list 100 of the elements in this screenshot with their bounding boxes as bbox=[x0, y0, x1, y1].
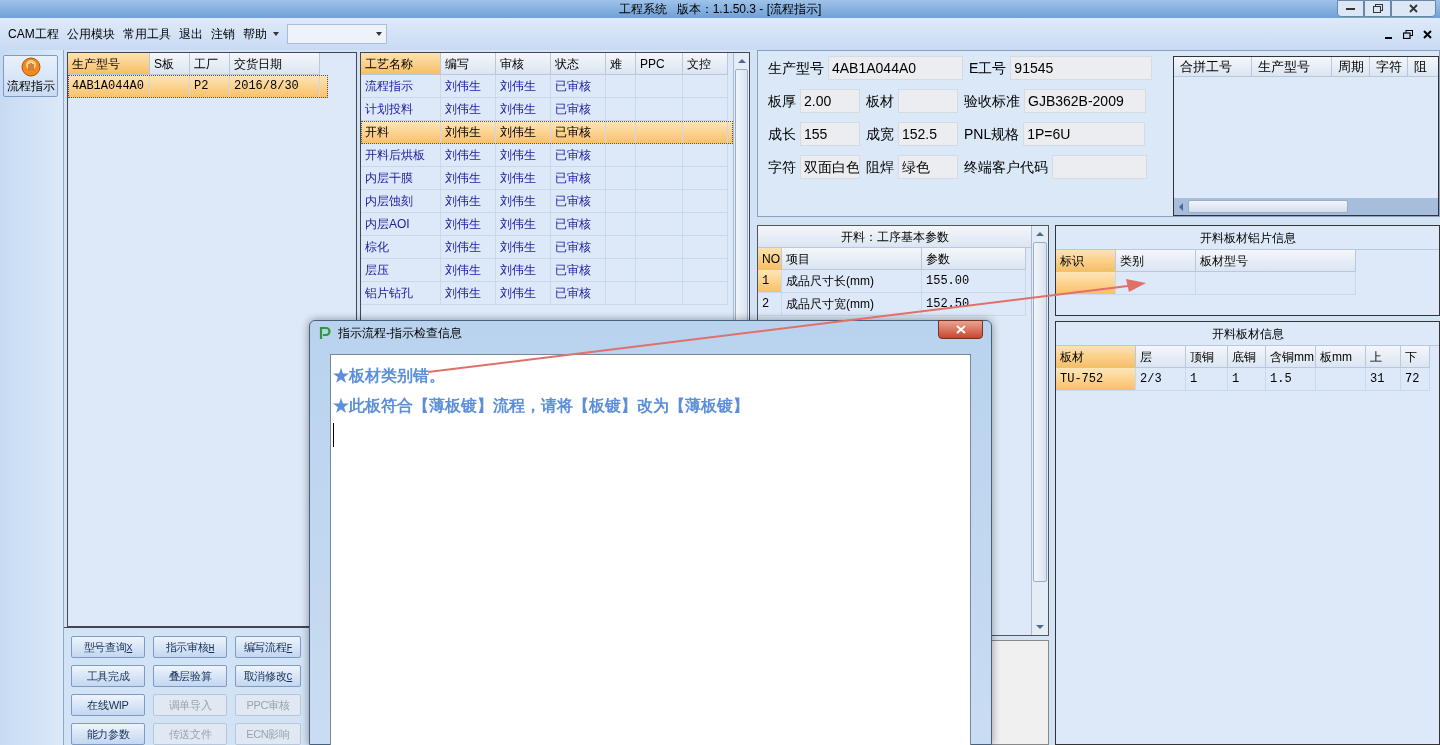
process-row[interactable]: 内层蚀刻 刘伟生 刘伟生 已审核 bbox=[361, 190, 733, 213]
text-field[interactable]: 155 bbox=[800, 122, 860, 146]
toolbar-button[interactable]: 型号查询X bbox=[71, 636, 145, 658]
toolbar-button[interactable]: 能力参数 bbox=[71, 723, 145, 745]
job-row[interactable]: 4AB1A044A0 P2 2016/8/30 bbox=[68, 75, 328, 98]
column-header[interactable]: 板材型号 bbox=[1196, 250, 1356, 272]
process-row[interactable]: 流程指示 刘伟生 刘伟生 已审核 bbox=[361, 75, 733, 98]
app-icon bbox=[318, 326, 332, 340]
window-title: 工程系统 版本：1.1.50.3 - [流程指示] bbox=[618, 1, 822, 18]
column-header[interactable]: 板mm bbox=[1316, 346, 1366, 368]
process-row[interactable]: 开料 刘伟生 刘伟生 已审核 bbox=[361, 121, 733, 144]
column-header[interactable]: 生产型号 bbox=[68, 53, 150, 75]
table-cell: 开料 bbox=[361, 121, 441, 144]
horizontal-scrollbar[interactable] bbox=[1174, 198, 1438, 215]
field-label: 验收标准 bbox=[964, 91, 1020, 111]
column-header[interactable]: 参数 bbox=[922, 248, 1026, 270]
menu-item[interactable]: 帮助 bbox=[238, 24, 283, 44]
text-field[interactable]: 4AB1A044A0 bbox=[828, 56, 963, 80]
toolbar-button[interactable]: 编写流程F bbox=[235, 636, 301, 658]
column-header[interactable]: 状态 bbox=[551, 53, 606, 75]
nav-button[interactable]: 流程指示 bbox=[3, 55, 58, 97]
restore-icon[interactable] bbox=[1403, 30, 1413, 39]
close-icon[interactable] bbox=[1423, 30, 1432, 39]
table-cell: 31 bbox=[1366, 368, 1401, 391]
table-cell: 已审核 bbox=[551, 75, 606, 98]
process-row[interactable]: 棕化 刘伟生 刘伟生 已审核 bbox=[361, 236, 733, 259]
column-header[interactable]: S板 bbox=[150, 53, 190, 75]
column-header[interactable]: 底铜 bbox=[1228, 346, 1266, 368]
column-header[interactable]: 顶铜 bbox=[1186, 346, 1228, 368]
text-field[interactable]: 91545 bbox=[1010, 56, 1153, 80]
column-header[interactable]: 工艺名称 bbox=[361, 53, 441, 75]
table-cell: 已审核 bbox=[551, 236, 606, 259]
field-label: PNL规格 bbox=[964, 124, 1020, 144]
minimize-button[interactable] bbox=[1337, 0, 1364, 17]
text-field[interactable]: GJB362B-2009 bbox=[1024, 89, 1146, 113]
dialog-title: 指示流程-指示检查信息 bbox=[338, 325, 462, 342]
process-row[interactable]: 开料后烘板 刘伟生 刘伟生 已审核 bbox=[361, 144, 733, 167]
column-header[interactable]: 板材 bbox=[1056, 346, 1136, 368]
table-cell bbox=[150, 75, 190, 98]
text-field[interactable]: 1P=6U bbox=[1023, 122, 1146, 146]
toolbar-button[interactable]: 指示审核H bbox=[153, 636, 227, 658]
table-cell bbox=[636, 75, 683, 98]
table-cell bbox=[683, 121, 728, 144]
column-header[interactable]: PPC bbox=[636, 53, 683, 75]
toolbar-button[interactable]: 工具完成 bbox=[71, 665, 145, 687]
column-header[interactable]: 字符 bbox=[1370, 57, 1408, 77]
process-row[interactable]: 内层干膜 刘伟生 刘伟生 已审核 bbox=[361, 167, 733, 190]
column-header[interactable]: 生产型号 bbox=[1252, 57, 1332, 77]
panel-title: 开料：工序基本参数 bbox=[758, 226, 1031, 248]
menu-item[interactable]: 退出 bbox=[174, 24, 207, 44]
text-field[interactable]: 2.00 bbox=[800, 89, 860, 113]
menu-item[interactable]: 注销 bbox=[206, 24, 239, 44]
table-cell: 刘伟生 bbox=[496, 144, 551, 167]
column-header[interactable]: 难 bbox=[606, 53, 636, 75]
text-field[interactable]: 绿色 bbox=[898, 155, 958, 179]
menu-item[interactable]: 常用工具 bbox=[118, 24, 175, 44]
column-header[interactable]: 上 bbox=[1366, 346, 1401, 368]
table-cell: 刘伟生 bbox=[496, 282, 551, 305]
column-header[interactable]: 层 bbox=[1136, 346, 1186, 368]
column-header[interactable]: 合拼工号 bbox=[1174, 57, 1252, 77]
column-header[interactable]: 交货日期 bbox=[230, 53, 320, 75]
menu-item[interactable]: 公用模块 bbox=[62, 24, 119, 44]
table-cell bbox=[683, 75, 728, 98]
text-field[interactable]: 152.5 bbox=[898, 122, 958, 146]
menu-item[interactable]: CAM工程 bbox=[4, 24, 63, 44]
table-cell: 已审核 bbox=[551, 282, 606, 305]
column-header[interactable]: 类别 bbox=[1116, 250, 1196, 272]
table-cell: 内层干膜 bbox=[361, 167, 441, 190]
toolbar-button[interactable]: 在线WIP bbox=[71, 694, 145, 716]
column-header[interactable]: 审核 bbox=[496, 53, 551, 75]
table-cell: 已审核 bbox=[551, 167, 606, 190]
column-header[interactable]: 含铜mm bbox=[1266, 346, 1316, 368]
message-line: ★此板符合【薄板镀】流程，请将【板镀】改为【薄板镀】 bbox=[333, 396, 749, 416]
column-header[interactable]: 文控 bbox=[683, 53, 728, 75]
process-row[interactable]: 层压 刘伟生 刘伟生 已审核 bbox=[361, 259, 733, 282]
table-cell: 1 bbox=[1186, 368, 1228, 391]
process-row[interactable]: 内层AOI 刘伟生 刘伟生 已审核 bbox=[361, 213, 733, 236]
maximize-button[interactable] bbox=[1364, 0, 1391, 17]
column-header[interactable]: 标识 bbox=[1056, 250, 1116, 272]
table-cell: 已审核 bbox=[551, 259, 606, 282]
toolbar-button[interactable]: 叠层验算 bbox=[153, 665, 227, 687]
table-cell bbox=[636, 121, 683, 144]
column-header[interactable]: 工厂 bbox=[190, 53, 230, 75]
column-header[interactable]: 周期 bbox=[1332, 57, 1370, 77]
column-header[interactable]: NO bbox=[758, 248, 782, 270]
column-header[interactable]: 阻 bbox=[1408, 57, 1438, 77]
scrollbar[interactable] bbox=[1031, 226, 1048, 635]
toolbar-button[interactable]: 取消修改C bbox=[235, 665, 301, 687]
column-header[interactable]: 项目 bbox=[782, 248, 922, 270]
column-header[interactable]: 编写 bbox=[441, 53, 496, 75]
process-row[interactable]: 铝片钻孔 刘伟生 刘伟生 已审核 bbox=[361, 282, 733, 305]
scroll-thumb[interactable] bbox=[1033, 242, 1047, 582]
table-cell: 刘伟生 bbox=[496, 190, 551, 213]
table-cell: 内层AOI bbox=[361, 213, 441, 236]
table-cell: 2 bbox=[758, 293, 782, 316]
minimize-icon bbox=[1346, 7, 1355, 10]
close-button[interactable] bbox=[1391, 0, 1436, 17]
column-header[interactable]: 下 bbox=[1401, 346, 1430, 368]
text-field[interactable]: 双面白色 bbox=[800, 155, 860, 179]
scroll-thumb[interactable] bbox=[1188, 200, 1348, 213]
